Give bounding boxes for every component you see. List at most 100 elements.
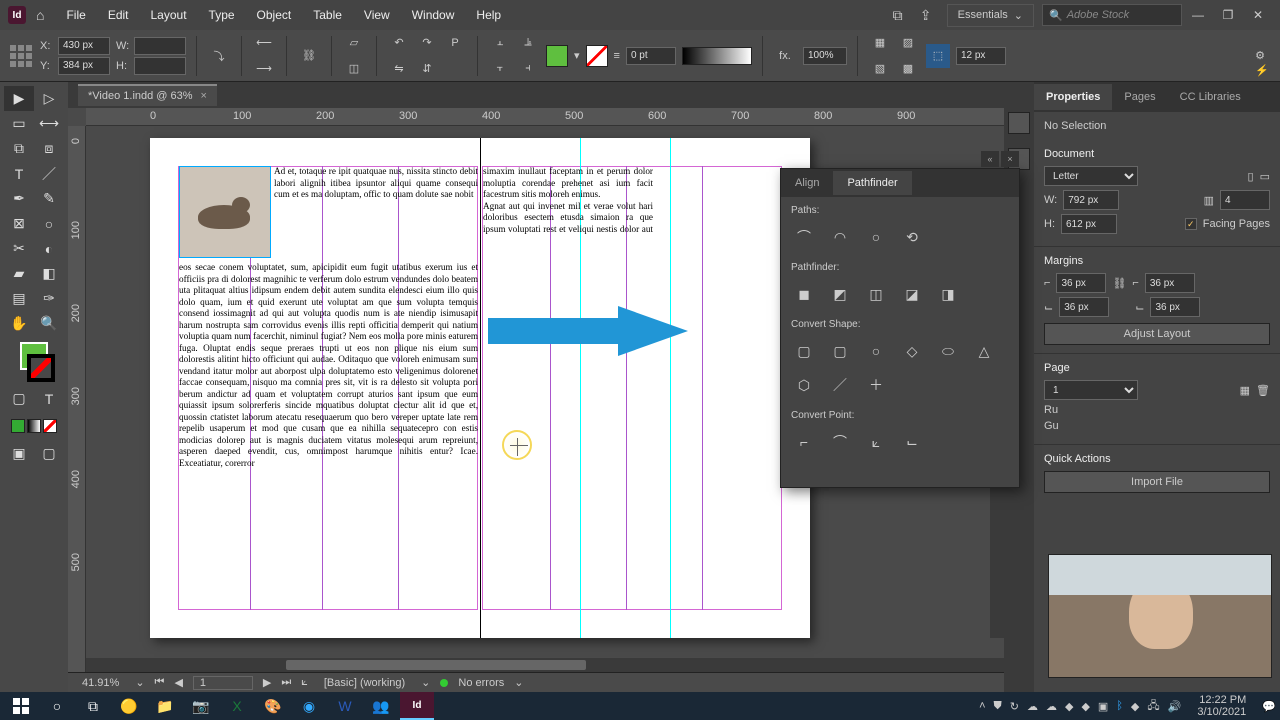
pen-tool[interactable]: ✒ bbox=[4, 186, 34, 211]
cyan-guide-b[interactable] bbox=[670, 138, 671, 638]
link-icon[interactable]: ⛓ bbox=[1112, 277, 1126, 290]
content-collector[interactable]: ⧉ bbox=[4, 136, 34, 161]
flip-h-icon[interactable]: ⇋ bbox=[387, 57, 411, 81]
symmetrical-point-icon[interactable]: ⟀ bbox=[863, 429, 889, 455]
flip-v-icon[interactable]: ⇵ bbox=[415, 57, 439, 81]
menu-type[interactable]: Type bbox=[199, 2, 245, 28]
next-page-icon[interactable]: ▶ bbox=[263, 676, 271, 689]
wrap1-icon[interactable]: ▦ bbox=[868, 31, 892, 55]
pathfinder-panel[interactable]: «× Align Pathfinder Paths: ⌒ ◠ ○ ⟲ Pathf… bbox=[780, 168, 1020, 488]
rect-frame-tool[interactable]: ⊠ bbox=[4, 211, 34, 236]
menu-view[interactable]: View bbox=[354, 2, 400, 28]
swatch-arrow[interactable]: ▾ bbox=[574, 49, 580, 62]
explorer-icon[interactable]: 📁 bbox=[148, 692, 182, 720]
hand-tool[interactable]: ✋ bbox=[4, 311, 34, 336]
search-input[interactable]: 🔍 Adobe Stock bbox=[1042, 4, 1182, 26]
intersect-icon[interactable]: ◫ bbox=[863, 281, 889, 307]
convert-polygon-icon[interactable]: ⬡ bbox=[791, 372, 817, 398]
word-icon[interactable]: W bbox=[328, 692, 362, 720]
convert-triangle-icon[interactable]: △ bbox=[971, 338, 997, 364]
line-tool[interactable]: ／ bbox=[34, 161, 64, 186]
preflight-profile[interactable]: [Basic] (working) bbox=[318, 677, 411, 689]
apply-buttons[interactable] bbox=[11, 419, 57, 433]
corner-options-icon[interactable]: ⬚ bbox=[926, 44, 950, 68]
reference-point[interactable] bbox=[8, 43, 34, 69]
delete-page-icon[interactable]: 🗑 bbox=[1256, 384, 1270, 397]
paint-icon[interactable]: 🎨 bbox=[256, 692, 290, 720]
text-frame[interactable]: simaxim inullaut faceptam in et perum do… bbox=[483, 166, 653, 236]
camera-icon[interactable]: 📷 bbox=[184, 692, 218, 720]
bolt-icon[interactable]: ⚡ bbox=[1250, 58, 1274, 82]
menu-layout[interactable]: Layout bbox=[141, 2, 197, 28]
tab-properties[interactable]: Properties bbox=[1034, 84, 1112, 110]
tray-onedrive-icon[interactable]: ☁ bbox=[1046, 700, 1057, 713]
exclude-icon[interactable]: ◪ bbox=[899, 281, 925, 307]
convert-rounded-icon[interactable]: ▢ bbox=[827, 338, 853, 364]
screen-icon[interactable]: ⧉ bbox=[885, 2, 911, 28]
page-field[interactable]: 1 bbox=[193, 676, 253, 690]
panel-close-icon[interactable]: × bbox=[1001, 151, 1019, 167]
chrome-icon[interactable]: 🟡 bbox=[112, 692, 146, 720]
stroke-swatch[interactable] bbox=[586, 45, 608, 67]
adjust-layout-button[interactable]: Adjust Layout bbox=[1044, 323, 1270, 345]
notifications-icon[interactable]: 💬 bbox=[1262, 700, 1276, 713]
convert-beveled-icon[interactable]: ○ bbox=[863, 338, 889, 364]
first-page-icon[interactable]: ⏮ bbox=[155, 676, 165, 689]
menu-table[interactable]: Table bbox=[303, 2, 352, 28]
join-path-icon[interactable]: ⌒ bbox=[791, 224, 817, 250]
document-tab[interactable]: *Video 1.indd @ 63%× bbox=[78, 84, 217, 106]
plain-point-icon[interactable]: ⌙ bbox=[899, 429, 925, 455]
placed-image[interactable] bbox=[179, 166, 271, 258]
chevron-down-icon[interactable]: ⌄ bbox=[421, 676, 430, 689]
wrap2-icon[interactable]: ▨ bbox=[896, 31, 920, 55]
prev-page-icon[interactable]: ◀ bbox=[174, 676, 182, 689]
start-button[interactable] bbox=[4, 692, 38, 720]
close-button[interactable]: ✕ bbox=[1244, 5, 1272, 25]
menu-file[interactable]: File bbox=[56, 2, 95, 28]
note-tool[interactable]: ▤ bbox=[4, 286, 34, 311]
maximize-button[interactable]: ❐ bbox=[1214, 5, 1242, 25]
h-field[interactable] bbox=[134, 57, 186, 75]
tray-network-icon[interactable]: 🖧 bbox=[1147, 697, 1159, 716]
tab-align[interactable]: Align bbox=[781, 171, 833, 195]
reverse-path-icon[interactable]: ⟲ bbox=[899, 224, 925, 250]
panel-collapse-icon[interactable]: « bbox=[981, 151, 999, 167]
facing-checkbox[interactable]: ✓ bbox=[1185, 218, 1197, 230]
tab-close-icon[interactable]: × bbox=[201, 90, 207, 102]
margin-top[interactable] bbox=[1056, 273, 1106, 293]
gradient-tool[interactable]: ▰ bbox=[4, 261, 34, 286]
format-text[interactable]: T bbox=[34, 386, 64, 411]
view-mode-normal[interactable]: ▣ bbox=[4, 441, 34, 466]
menu-help[interactable]: Help bbox=[466, 2, 511, 28]
tray-app-icon[interactable]: ▣ bbox=[1098, 700, 1108, 713]
last-page-icon[interactable]: ⏭ bbox=[281, 676, 291, 689]
scroll-thumb[interactable] bbox=[286, 660, 586, 670]
margin-out[interactable] bbox=[1150, 297, 1200, 317]
format-container[interactable]: ▢ bbox=[4, 386, 34, 411]
gradient-feather[interactable]: ◧ bbox=[34, 261, 64, 286]
zoom-tool[interactable]: 🔍 bbox=[34, 311, 64, 336]
tab-pages[interactable]: Pages bbox=[1112, 84, 1167, 110]
menu-window[interactable]: Window bbox=[402, 2, 465, 28]
cortana-icon[interactable]: ○ bbox=[40, 692, 74, 720]
teams-icon[interactable]: 👥 bbox=[364, 692, 398, 720]
landscape-icon[interactable]: ▭ bbox=[1260, 170, 1270, 183]
corner-size[interactable] bbox=[956, 47, 1006, 65]
tab-pathfinder[interactable]: Pathfinder bbox=[833, 171, 911, 195]
convert-inset-icon[interactable]: ◇ bbox=[899, 338, 925, 364]
tray-app-icon[interactable]: ◆ bbox=[1081, 700, 1089, 713]
opacity-field[interactable] bbox=[803, 47, 847, 65]
chevron-down-icon[interactable]: ⌄ bbox=[514, 676, 523, 689]
fill-swatch[interactable] bbox=[546, 45, 568, 67]
convert-orthogonal-icon[interactable]: ＋ bbox=[863, 372, 889, 398]
unite-icon[interactable]: ◼ bbox=[791, 281, 817, 307]
scale-icon[interactable]: ◫ bbox=[342, 57, 366, 81]
type-tool[interactable]: T bbox=[4, 161, 34, 186]
panel-icon[interactable] bbox=[1008, 112, 1030, 134]
tray-bluetooth-icon[interactable]: ᛒ bbox=[1116, 700, 1123, 712]
chevron-down-icon[interactable]: ⌄ bbox=[135, 676, 144, 689]
gap-tool[interactable]: ⟷ bbox=[34, 111, 64, 136]
smooth-point-icon[interactable]: ⌒ bbox=[827, 429, 853, 455]
spread[interactable]: Ad et, totaque re ipit quatquae nus, nis… bbox=[150, 138, 810, 638]
w-field[interactable] bbox=[134, 37, 186, 55]
